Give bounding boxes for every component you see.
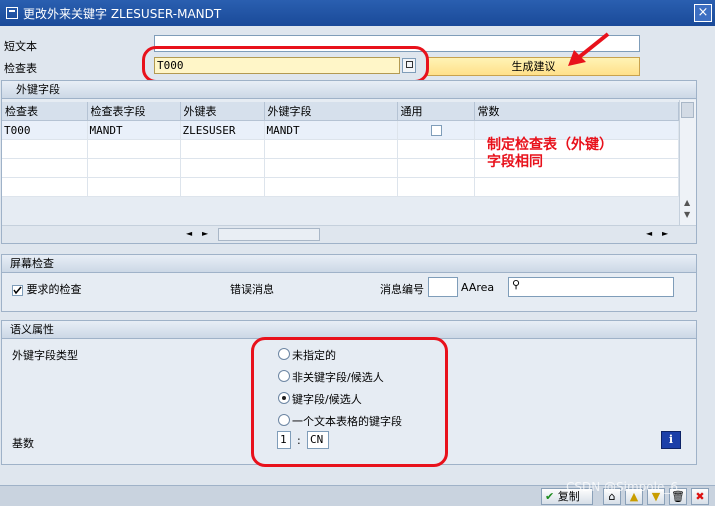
scroll-right-icon[interactable]: ► [662, 229, 668, 238]
scroll-right-icon[interactable]: ► [202, 229, 208, 238]
horizontal-scrollbar[interactable]: ◄ ► ◄ ► [2, 225, 696, 243]
cardinality-label: 基数 [12, 437, 34, 450]
scroll-left-icon[interactable]: ◄ [646, 229, 652, 238]
col-header: 检查表字段 [87, 102, 181, 121]
cell[interactable] [397, 120, 475, 140]
annotation-text: 制定检查表（外键） 字段相同 [487, 137, 613, 170]
check-icon: ✔ [545, 490, 555, 503]
scroll-thumb[interactable] [681, 102, 694, 118]
required-check-item[interactable]: 要求的检查 [12, 281, 82, 297]
watermark: CSDN @Simpole_6 [566, 480, 678, 494]
message-number-input[interactable] [428, 277, 458, 297]
screen-check-group: 屏幕检查 要求的检查 错误消息 消息编号 AArea ⚲ [1, 254, 697, 312]
cell[interactable]: MANDT [87, 120, 181, 140]
fk-field-type-label: 外键字段类型 [12, 349, 78, 362]
highlight-ring-semantic [251, 337, 448, 467]
col-header: 外键字段 [264, 102, 398, 121]
vertical-scrollbar[interactable]: ▲ ▼ [679, 100, 696, 225]
hscroll-thumb[interactable] [218, 228, 320, 241]
message-number-label: 消息编号 [380, 283, 424, 296]
col-header: 外键表 [180, 102, 265, 121]
fk-fields-title: 外键字段 [2, 81, 696, 99]
search-icon[interactable]: ⚲ [512, 278, 520, 291]
aarea-input[interactable]: ⚲ [508, 277, 674, 297]
error-message-label: 错误消息 [230, 283, 274, 296]
highlight-ring-check-table [142, 46, 429, 83]
col-header: 检查表 [2, 102, 88, 121]
edit-window-icon [6, 7, 18, 19]
red-arrow-icon [568, 32, 610, 66]
check-table-label: 检查表 [4, 62, 37, 75]
window-title: 更改外来关键字 ZLESUSER-MANDT [23, 6, 222, 21]
cancel-icon[interactable]: ✖ [691, 488, 709, 505]
cell[interactable]: ZLESUSER [180, 120, 265, 140]
window-title-bar: 更改外来关键字 ZLESUSER-MANDT × [0, 0, 715, 26]
close-button[interactable]: × [694, 4, 712, 22]
scroll-up-icon[interactable]: ▲ [684, 198, 690, 207]
table-header: 检查表 检查表字段 外键表 外键字段 通用 常数 [2, 102, 679, 121]
required-check-checkbox[interactable] [12, 284, 23, 296]
aarea-label: AArea [461, 281, 495, 294]
scroll-down-icon[interactable]: ▼ [684, 210, 690, 219]
cell[interactable]: MANDT [264, 120, 398, 140]
cell[interactable]: T000 [2, 120, 88, 140]
info-icon[interactable]: i [661, 431, 681, 449]
col-header: 常数 [474, 102, 679, 121]
generic-checkbox[interactable] [430, 125, 442, 136]
table-row[interactable] [2, 177, 679, 197]
screen-check-title: 屏幕检查 [2, 255, 696, 273]
col-header: 通用 [397, 102, 475, 121]
required-check-label: 要求的检查 [26, 283, 82, 296]
short-text-label: 短文本 [4, 40, 37, 53]
scroll-left-icon[interactable]: ◄ [186, 229, 192, 238]
